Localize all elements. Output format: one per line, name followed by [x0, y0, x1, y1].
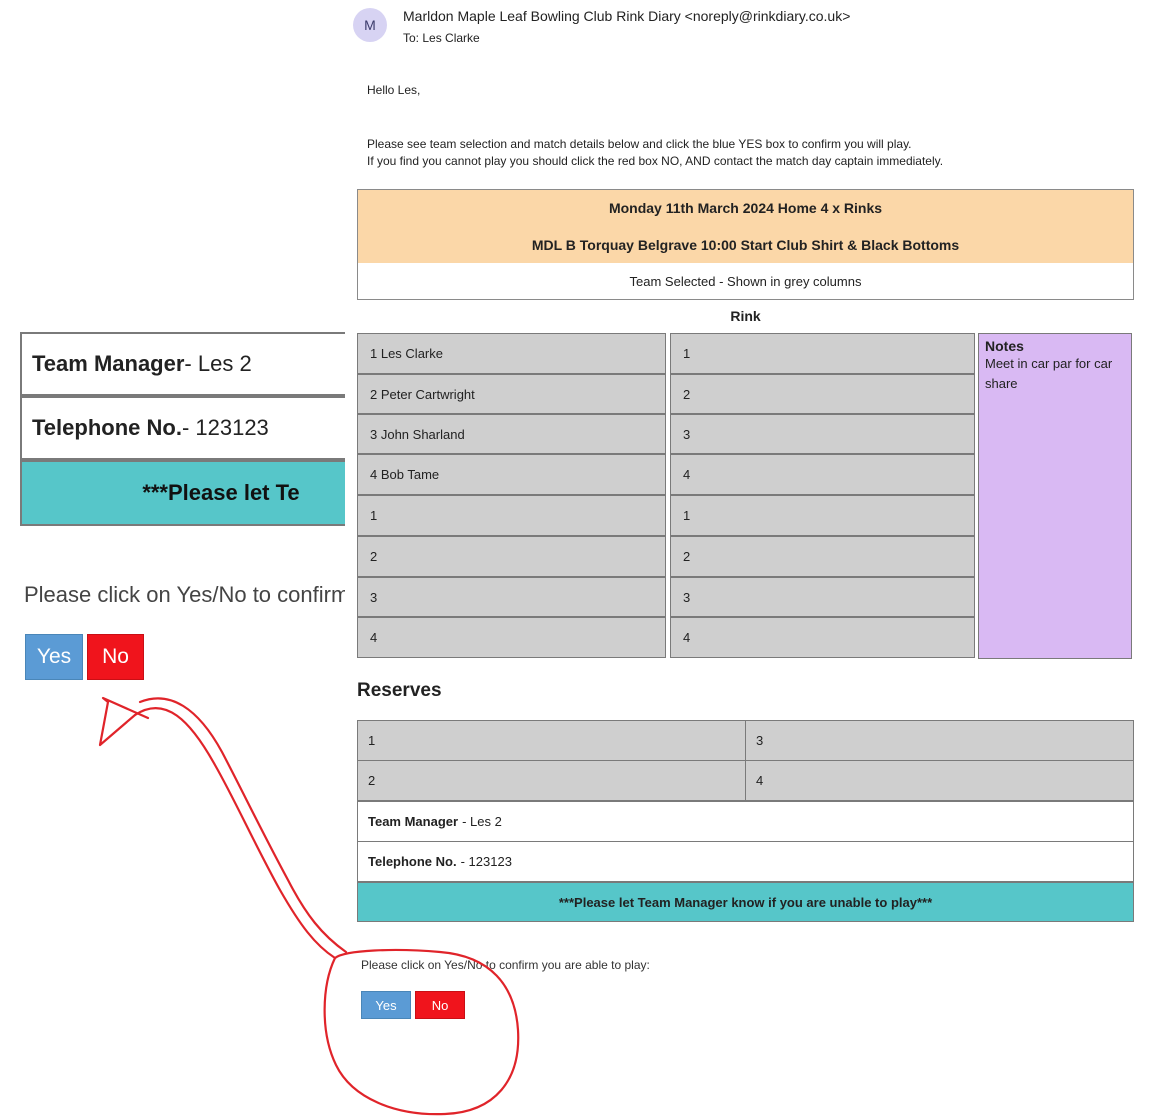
- match-details-header: MDL B Torquay Belgrave 10:00 Start Club …: [357, 226, 1134, 264]
- sender-avatar: M: [353, 8, 387, 42]
- notes-text: Meet in car par for car share: [985, 356, 1113, 391]
- greeting: Hello Les,: [367, 83, 421, 97]
- phone-label: Telephone No.: [368, 854, 457, 869]
- rink-right-cell: 1: [670, 333, 975, 374]
- sender-line: Marldon Maple Leaf Bowling Club Rink Dia…: [403, 8, 851, 24]
- reserve-cell: 3: [745, 720, 1134, 761]
- reserves-title: Reserves: [357, 680, 442, 701]
- zoom-no-button[interactable]: No: [87, 634, 144, 680]
- zoom-phone-value: - 123123: [181, 415, 269, 440]
- zoom-yes-button[interactable]: Yes: [25, 634, 83, 680]
- confirm-prompt: Please click on Yes/No to confirm you ar…: [361, 958, 650, 972]
- zoom-team-manager-row: Team Manager - Les 2: [20, 332, 345, 396]
- zoomed-snippet: Team Manager - Les 2 Telephone No. - 123…: [0, 0, 345, 1117]
- rink-left-cell: 4: [357, 617, 666, 658]
- phone-value: - 123123: [460, 854, 512, 869]
- match-date-header: Monday 11th March 2024 Home 4 x Rinks: [357, 189, 1134, 227]
- zoom-manager-value: - Les 2: [184, 351, 252, 376]
- instructions: Please see team selection and match deta…: [367, 136, 943, 170]
- rink-title: Rink: [730, 308, 761, 324]
- rink-left-cell: 3 John Sharland: [357, 414, 666, 454]
- rink-left-cell: 3: [357, 577, 666, 617]
- rink-left-cell: 1 Les Clarke: [357, 333, 666, 374]
- rink-left-cell: 2: [357, 536, 666, 577]
- team-manager-row: Team Manager - Les 2: [357, 801, 1134, 842]
- instruction-line-2: If you find you cannot play you should c…: [367, 154, 944, 168]
- rink-left-cell: 4 Bob Tame: [357, 454, 666, 495]
- instruction-line-1: Please see team selection and match deta…: [367, 137, 912, 151]
- rink-left-cell: 1: [357, 495, 666, 536]
- yes-button[interactable]: Yes: [361, 991, 411, 1019]
- rink-right-cell: 1: [670, 495, 975, 536]
- notes-title: Notes: [985, 338, 1024, 354]
- zoom-manager-label: Team Manager: [32, 351, 185, 376]
- zoom-telephone-row: Telephone No. - 123123: [20, 396, 345, 460]
- rink-right-cell: 2: [670, 536, 975, 577]
- rink-right-cell: 3: [670, 414, 975, 454]
- zoom-banner: ***Please let Te: [20, 460, 345, 526]
- reserve-cell: 4: [745, 760, 1134, 801]
- reserve-cell: 2: [357, 760, 746, 801]
- rink-left-cell: 2 Peter Cartwright: [357, 374, 666, 414]
- zoom-confirm-prompt: Please click on Yes/No to confirm you ar…: [24, 582, 345, 607]
- rink-right-cell: 4: [670, 454, 975, 495]
- rink-right-cell: 3: [670, 577, 975, 617]
- manager-value: - Les 2: [462, 814, 502, 829]
- notes-panel: Notes Meet in car par for car share: [978, 333, 1132, 659]
- team-selected-note: Team Selected - Shown in grey columns: [357, 263, 1134, 300]
- zoom-phone-label: Telephone No.: [32, 415, 182, 440]
- reserve-cell: 1: [357, 720, 746, 761]
- rink-right-cell: 2: [670, 374, 975, 414]
- recipient-line: To: Les Clarke: [403, 31, 480, 45]
- no-button[interactable]: No: [415, 991, 465, 1019]
- telephone-row: Telephone No. - 123123: [357, 841, 1134, 882]
- rink-right-cell: 4: [670, 617, 975, 658]
- email-message: M Marldon Maple Leaf Bowling Club Rink D…: [345, 0, 1156, 1117]
- unable-to-play-banner: ***Please let Team Manager know if you a…: [357, 882, 1134, 922]
- manager-label: Team Manager: [368, 814, 459, 829]
